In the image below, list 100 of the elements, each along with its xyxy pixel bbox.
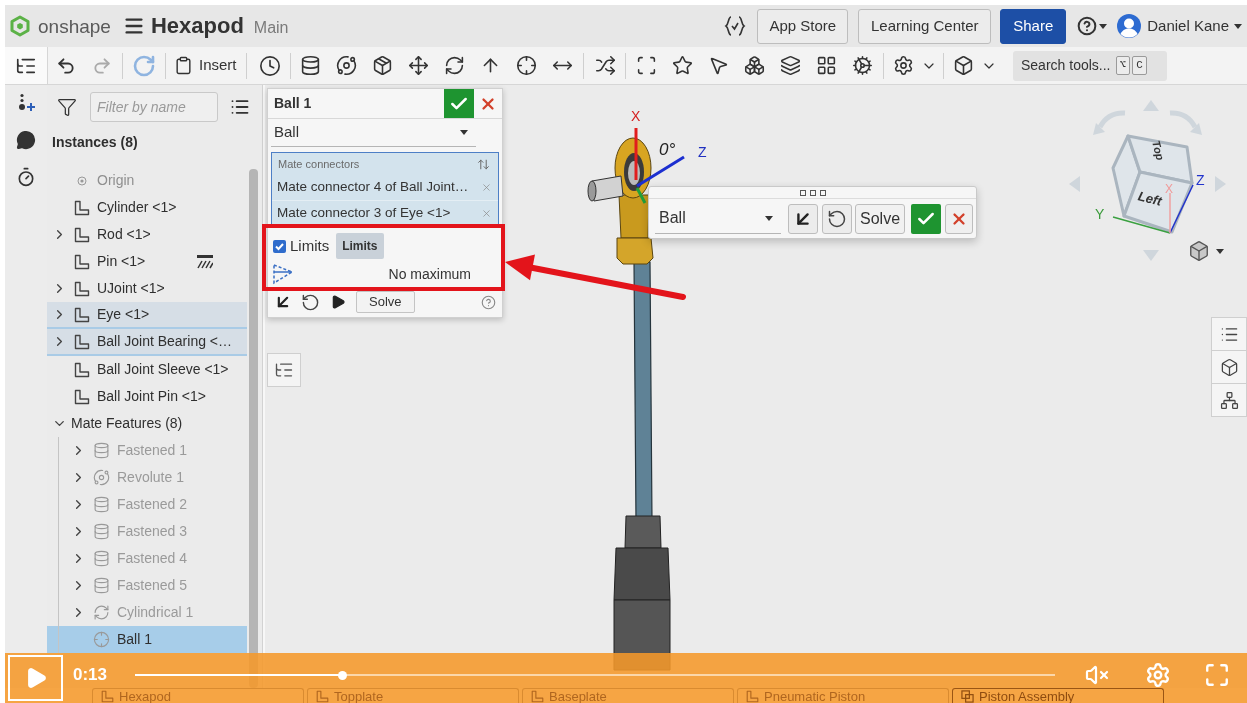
cylinder-icon [92, 577, 110, 594]
y-axis [635, 187, 647, 204]
play-icon[interactable] [330, 294, 346, 310]
box-icon[interactable] [1188, 240, 1210, 262]
side-panel-button[interactable] [1211, 317, 1247, 351]
braces-check-icon[interactable] [723, 14, 748, 38]
orbit-icon[interactable] [335, 55, 357, 76]
box-icon[interactable] [1219, 357, 1239, 377]
tree-item[interactable]: Ball Joint Pin <1> [47, 383, 247, 410]
cog-icon[interactable] [851, 55, 873, 76]
mate-type-dropdown[interactable]: Ball [655, 203, 781, 234]
cylinder-icon [92, 442, 110, 459]
panel-toggle-button[interactable] [267, 353, 301, 387]
move-arrows-icon[interactable] [407, 55, 429, 76]
l-bracket-icon [74, 388, 90, 405]
filter-field[interactable]: Filter by name [90, 92, 218, 122]
grid-icon[interactable] [815, 55, 837, 76]
limits-checkbox[interactable] [273, 239, 286, 253]
boxes-icon[interactable] [743, 55, 765, 76]
avatar-icon[interactable] [1117, 14, 1142, 38]
angle-label: 0° [659, 141, 676, 158]
l-bracket-icon [101, 689, 114, 703]
shuffle-arrows-icon[interactable] [594, 55, 616, 76]
l-bracket-icon [746, 689, 759, 703]
tree-item[interactable]: Rod <1> [47, 221, 247, 248]
mate-type-dropdown[interactable]: Ball [271, 119, 476, 147]
search-field[interactable]: Search tools... ⌥ C [1013, 50, 1167, 81]
tree-item[interactable]: Ball Joint Bearing <… [47, 329, 247, 356]
limits-tooltip: Limits [336, 233, 384, 259]
tree-group-header[interactable]: Mate Features (8) [47, 410, 247, 437]
list-icon[interactable] [230, 97, 250, 117]
cylinder-icon[interactable] [299, 55, 321, 76]
crosshair-icon[interactable] [515, 55, 537, 76]
insert-button[interactable]: Insert [170, 50, 242, 81]
connector-item[interactable]: Mate connector 3 of Eye <1> [272, 200, 498, 225]
crosshair-icon [92, 631, 110, 648]
elapsed-time: 0:13 [73, 666, 109, 684]
drag-handle-icon[interactable] [799, 189, 826, 196]
feature-tree-toggle[interactable] [5, 47, 48, 84]
tree-item[interactable]: Cylinder <1> [47, 194, 247, 221]
hatch-icon [197, 254, 213, 269]
l-bracket-icon [74, 226, 90, 243]
l-bracket-icon [74, 280, 90, 297]
search-placeholder: Search tools... [1021, 56, 1111, 75]
axis-label: Z [698, 145, 707, 159]
share-button[interactable]: Share [1000, 8, 1067, 44]
limit-value: No maximum [388, 264, 471, 284]
l-bracket-icon [74, 333, 90, 350]
cylinder-icon [92, 523, 110, 540]
user-name[interactable]: Daniel Kane [1147, 14, 1229, 38]
star-icon[interactable] [671, 55, 693, 76]
network-icon[interactable] [1219, 390, 1239, 410]
header-button[interactable]: Learning Center [858, 8, 992, 44]
tree-item[interactable]: Eye <1> [47, 302, 247, 329]
help-icon[interactable] [1077, 16, 1098, 36]
sort-icon[interactable] [477, 157, 490, 171]
solve-button[interactable]: Solve [855, 203, 906, 234]
menu-icon[interactable] [122, 15, 145, 37]
accept-button[interactable] [444, 89, 474, 118]
z-axis [636, 155, 685, 188]
side-panel-button[interactable] [1211, 350, 1247, 384]
tree-item[interactable]: Pin <1> [47, 248, 247, 275]
origin-dot-icon [77, 175, 87, 186]
progress-track[interactable] [135, 670, 1055, 680]
header-button[interactable]: App Store [757, 8, 849, 44]
package-icon[interactable] [371, 55, 393, 76]
caret-icon [1216, 248, 1224, 254]
pin-part [587, 175, 624, 202]
tree-item[interactable]: UJoint <1> [47, 275, 247, 302]
settings-icon[interactable] [892, 55, 914, 76]
mate-connectors-field[interactable]: Mate connectors Mate connector 4 of Ball Joint… Mate connector 3 of Eye <1> [271, 152, 499, 227]
filter-icon[interactable] [57, 97, 77, 117]
l-bracket-icon [74, 199, 90, 216]
layers-icon[interactable] [779, 55, 801, 76]
tree-item[interactable]: Ball 1 [47, 626, 247, 653]
clock-icon[interactable] [259, 54, 281, 77]
scan-frame-icon[interactable] [635, 55, 657, 76]
rotate-icon[interactable] [301, 292, 320, 312]
checkbox-label: Limits [290, 235, 330, 256]
dashed-triangle-icon[interactable] [273, 263, 293, 285]
dialog-title: Ball 1 [273, 94, 312, 113]
rotate-arrows-icon[interactable] [443, 55, 465, 76]
connector-plus-icon[interactable] [16, 93, 36, 113]
l-bracket-icon [74, 253, 90, 270]
brand-name: onshape [38, 16, 111, 36]
cylinder-icon [92, 550, 110, 567]
solve-button[interactable]: Solve [356, 291, 415, 313]
undo-icon[interactable] [56, 55, 76, 76]
stopwatch-icon[interactable] [16, 167, 36, 187]
box-icon[interactable] [952, 55, 974, 76]
connector-item[interactable]: Mate connector 4 of Ball Joint… [272, 175, 498, 200]
progress-thumb[interactable] [337, 670, 347, 680]
comment-icon[interactable] [16, 130, 36, 150]
clipboard-icon[interactable] [174, 56, 193, 75]
tree-item[interactable]: Ball Joint Sleeve <1> [47, 356, 247, 383]
side-panel-button[interactable] [1211, 383, 1247, 417]
l-bracket-icon [74, 361, 90, 378]
axis-label: Z [1196, 173, 1205, 187]
shortcut-key: ⌥ [1115, 56, 1131, 75]
cancel-button[interactable] [945, 203, 974, 234]
